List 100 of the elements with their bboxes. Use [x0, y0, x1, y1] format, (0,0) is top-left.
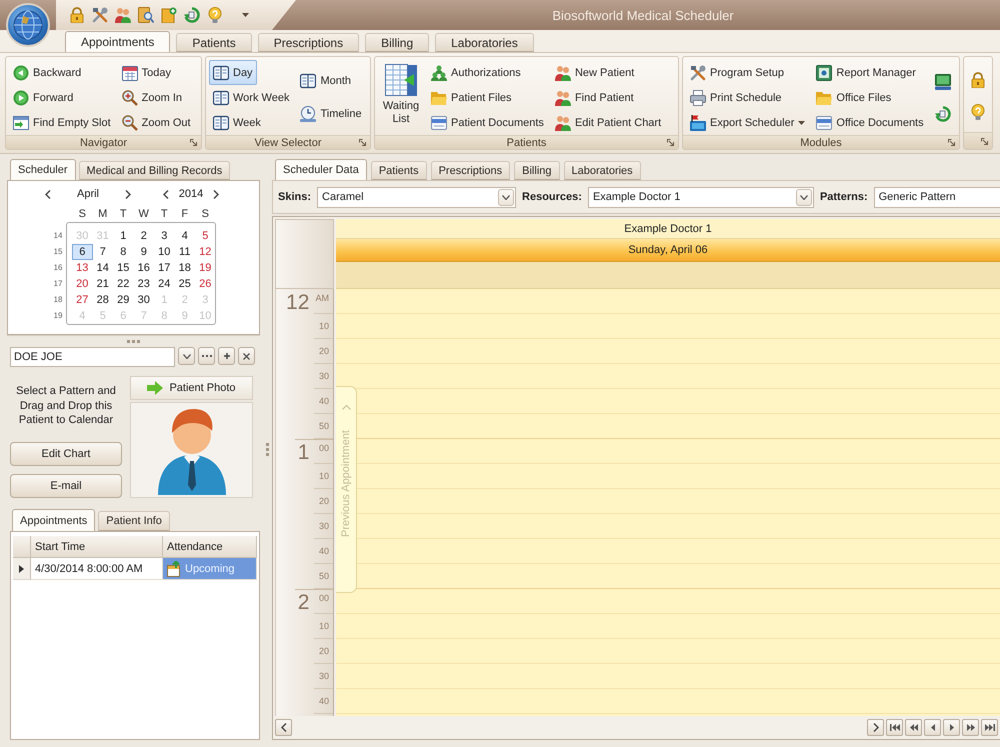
dialog-launcher-icon[interactable] — [981, 138, 988, 144]
calendar-day[interactable]: 5 — [195, 228, 216, 244]
previous-button[interactable] — [924, 719, 941, 736]
browse-button[interactable] — [198, 347, 215, 365]
dropdown-field[interactable]: Caramel — [317, 186, 516, 208]
view-button[interactable]: Week — [209, 110, 265, 135]
calendar-day[interactable]: 24 — [154, 276, 174, 292]
lock-icon[interactable] — [69, 7, 85, 23]
dialog-launcher-icon[interactable] — [948, 139, 955, 146]
ribbon-button[interactable]: Edit Patient Chart — [550, 110, 666, 135]
patient-photo-button[interactable]: Patient Photo — [130, 376, 253, 400]
calendar-day[interactable]: 1 — [113, 228, 134, 244]
calendar-day[interactable]: 12 — [195, 244, 216, 260]
ribbon-button[interactable]: Today — [118, 60, 175, 85]
panel-tab[interactable]: Patients — [370, 161, 427, 180]
panel-button[interactable]: Edit Chart — [10, 442, 122, 466]
ribbon-button[interactable]: Print Schedule — [686, 85, 786, 110]
calendar-day[interactable]: 27 — [72, 292, 92, 308]
ribbon-tab[interactable]: Prescriptions — [258, 33, 360, 52]
dropdown-field[interactable]: Generic Pattern — [874, 186, 1000, 208]
panel-tab[interactable]: Billing — [514, 161, 560, 180]
ribbon-button[interactable]: Report Manager — [812, 60, 920, 85]
view-button[interactable]: Work Week — [209, 85, 294, 110]
first-button[interactable] — [886, 719, 903, 736]
panel-button[interactable]: E-mail — [10, 474, 122, 498]
panel-tab[interactable]: Scheduler — [10, 159, 76, 180]
patient-name-field[interactable]: DOE JOE — [10, 347, 175, 367]
ribbon-button[interactable]: Export Scheduler — [686, 110, 810, 135]
waiting-list-button[interactable]: Waiting List — [378, 60, 424, 135]
refresh-icon[interactable] — [935, 106, 952, 122]
note-icon[interactable] — [161, 7, 177, 23]
ribbon-button[interactable]: Zoom In — [118, 85, 186, 110]
calendar-day[interactable]: 28 — [92, 292, 113, 308]
panel-tab[interactable]: Patient Info — [98, 511, 170, 531]
calendar-day[interactable]: 23 — [134, 276, 154, 292]
calendar-day[interactable]: 10 — [154, 244, 174, 260]
last-button[interactable] — [981, 719, 998, 736]
add-button[interactable] — [218, 347, 235, 365]
grip-icon[interactable] — [127, 340, 140, 343]
ribbon-button[interactable]: Office Documents — [812, 110, 928, 135]
year-label[interactable]: 2014 — [172, 188, 210, 200]
view-button[interactable]: Timeline — [296, 102, 366, 126]
ribbon-tab[interactable]: Patients — [176, 33, 252, 52]
column-header[interactable]: Start Time — [31, 536, 163, 558]
calendar-day[interactable]: 25 — [174, 276, 195, 292]
panel-tab[interactable]: Laboratories — [564, 161, 641, 180]
view-button[interactable]: Month — [296, 68, 356, 94]
row-header[interactable] — [13, 558, 31, 580]
calendar-day[interactable]: 16 — [134, 260, 154, 276]
calendar-day[interactable]: 19 — [195, 260, 216, 276]
calendar-day[interactable]: 30 — [134, 292, 154, 308]
calendar-day[interactable]: 8 — [113, 244, 134, 260]
calendar-day[interactable]: 6 — [72, 244, 92, 260]
ribbon-button[interactable]: Program Setup — [686, 60, 788, 85]
dropdown-button[interactable] — [796, 188, 812, 206]
monitor-icon[interactable] — [935, 74, 952, 90]
chevron-left-icon[interactable] — [45, 190, 51, 198]
calendar-day[interactable]: 9 — [134, 244, 154, 260]
ribbon-tab[interactable]: Billing — [365, 33, 430, 52]
chevron-left-icon[interactable] — [163, 190, 169, 198]
calendar-day[interactable]: 26 — [195, 276, 216, 292]
ribbon-tab[interactable]: Appointments — [65, 31, 170, 52]
calendar-day[interactable]: 14 — [92, 260, 113, 276]
calendar-day[interactable]: 20 — [72, 276, 92, 292]
calendar-day[interactable]: 18 — [174, 260, 195, 276]
scroll-left-button[interactable] — [275, 719, 292, 736]
calendar-day[interactable]: 2 — [134, 228, 154, 244]
panel-tab[interactable]: Medical and Billing Records — [78, 161, 230, 180]
column-header[interactable]: Attendance — [163, 536, 257, 558]
refresh-icon[interactable] — [184, 7, 200, 23]
calendar-day[interactable]: 21 — [92, 276, 113, 292]
month-label[interactable]: April — [54, 188, 122, 200]
clear-button[interactable] — [238, 347, 255, 365]
dropdown-button[interactable] — [498, 188, 514, 206]
tools-icon[interactable] — [92, 7, 108, 23]
lightbulb-icon[interactable] — [970, 104, 986, 120]
dialog-launcher-icon[interactable] — [359, 139, 366, 146]
next-page-button[interactable] — [962, 719, 979, 736]
calendar-day[interactable]: 29 — [113, 292, 134, 308]
ribbon-button[interactable]: New Patient — [550, 60, 638, 85]
calendar-day[interactable]: 15 — [113, 260, 134, 276]
calendar-day[interactable]: 13 — [72, 260, 92, 276]
dialog-launcher-icon[interactable] — [667, 139, 674, 146]
panel-tab[interactable]: Appointments — [12, 509, 96, 531]
book-magnifier-icon[interactable] — [138, 7, 154, 23]
calendar-day[interactable]: 22 — [113, 276, 134, 292]
ribbon-tab[interactable]: Laboratories — [435, 33, 534, 52]
ribbon-button[interactable]: Find Empty Slot — [9, 110, 115, 135]
calendar-day[interactable]: 4 — [174, 228, 195, 244]
caret-down-icon[interactable] — [242, 13, 249, 17]
ribbon-button[interactable]: Authorizations — [427, 60, 525, 85]
calendar-day[interactable]: 3 — [154, 228, 174, 244]
dialog-launcher-icon[interactable] — [190, 139, 197, 146]
view-button[interactable]: Day — [209, 60, 257, 85]
panel-tab[interactable]: Scheduler Data — [275, 159, 367, 180]
lightbulb-icon[interactable] — [207, 7, 223, 23]
chevron-right-icon[interactable] — [213, 190, 219, 198]
calendar-day[interactable]: 7 — [92, 244, 113, 260]
ribbon-button[interactable]: Find Patient — [550, 85, 638, 110]
people-icon[interactable] — [115, 7, 131, 23]
